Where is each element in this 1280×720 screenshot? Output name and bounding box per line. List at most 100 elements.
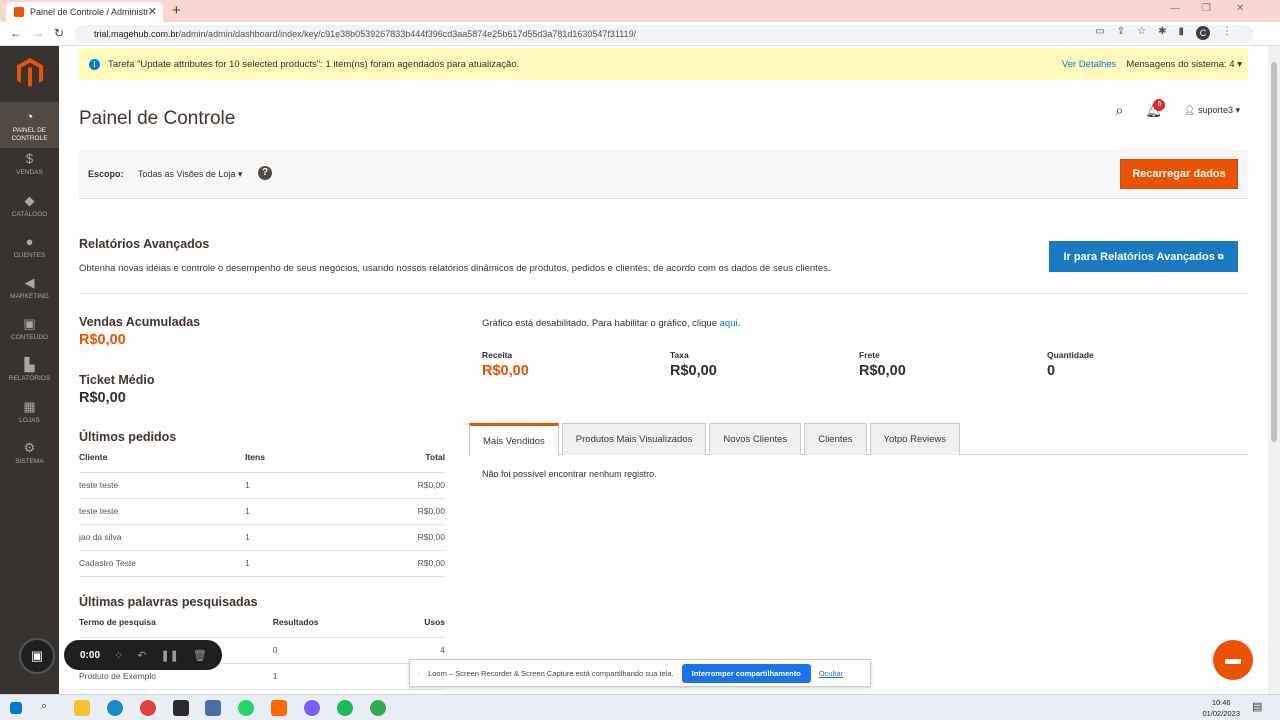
camera-icon: ▣: [30, 648, 44, 663]
cell-total: R$0,00: [365, 498, 445, 525]
app-icon[interactable]: [173, 700, 189, 716]
chat-bubble-icon[interactable]: ▬: [1213, 640, 1253, 680]
scope-dropdown[interactable]: Todas as Visões de Loja ▾: [138, 169, 242, 180]
advanced-reports-description: Obtenha novas idéias e controle o desemp…: [79, 263, 831, 274]
tab-customers[interactable]: Clientes: [804, 423, 867, 455]
sidebar-item-label: VENDAS: [16, 169, 43, 176]
dollar-icon: $: [25, 151, 34, 166]
reload-data-button[interactable]: Recarregar dados: [1120, 159, 1238, 189]
search-taskbar-icon[interactable]: ⌕: [41, 700, 57, 716]
drag-handle-icon[interactable]: ⁞: [418, 669, 420, 678]
cell-customer: teste teste: [79, 472, 246, 499]
admin-sidebar: ◔ PAINEL DE CONTROLE $ VENDAS ◆ CATÁLOGO…: [0, 46, 59, 694]
app-icon[interactable]: [304, 700, 320, 716]
close-tab-icon[interactable]: ✕: [148, 5, 157, 18]
whatsapp-icon[interactable]: [238, 700, 254, 716]
gear-icon: ⚙: [23, 440, 36, 455]
drawing-grid-icon[interactable]: ⁘: [114, 649, 123, 662]
undo-icon[interactable]: ↶: [137, 649, 146, 662]
windows-start-icon[interactable]: [10, 702, 22, 714]
minimize-icon[interactable]: —: [1170, 3, 1180, 14]
profile-avatar[interactable]: C: [1196, 26, 1210, 40]
tab-most-viewed[interactable]: Produtos Mais Visualizados: [561, 423, 707, 455]
table-row[interactable]: teste teste 1 R$0,00: [79, 498, 445, 525]
spotify-icon[interactable]: [337, 700, 353, 716]
column-header: Termo de pesquisa: [79, 611, 273, 638]
tab-yotpo-reviews[interactable]: Yotpo Reviews: [869, 423, 961, 455]
reload-icon[interactable]: ↻: [54, 26, 64, 40]
column-header: Total: [365, 446, 445, 473]
sidebar-item-sales[interactable]: $ VENDAS: [0, 152, 59, 177]
tab-new-customers[interactable]: Novos Clientes: [709, 423, 802, 455]
sidebar-item-marketing[interactable]: ◀ MARKETING: [0, 276, 59, 301]
lifetime-sales-label: Vendas Acumuladas: [79, 315, 201, 329]
stop-sharing-button[interactable]: Interromper compartilhamento: [681, 663, 811, 683]
page-scrollbar[interactable]: [1268, 46, 1280, 694]
chrome-icon[interactable]: [140, 700, 156, 716]
system-notice: i Tarefa "Update attributes for 10 selec…: [79, 48, 1248, 80]
enable-chart-link[interactable]: aqui: [720, 318, 738, 329]
sidepanel-icon[interactable]: ▮: [1178, 26, 1184, 40]
stat-value: 0: [1047, 363, 1056, 379]
page-title: Painel de Controle: [79, 108, 236, 129]
sidebar-item-customers[interactable]: ● CLIENTES: [0, 235, 59, 260]
notifications-bell-icon[interactable]: 🔔︎ 6: [1145, 98, 1166, 119]
file-explorer-icon[interactable]: [74, 700, 90, 716]
sidebar-item-dashboard[interactable]: ◔ PAINEL DE CONTROLE: [0, 102, 59, 148]
extensions-icon[interactable]: ✱: [1158, 26, 1166, 40]
sidebar-item-label: SISTEMA: [15, 458, 44, 465]
cast-icon[interactable]: ▭: [1095, 26, 1104, 40]
close-window-icon[interactable]: ✕: [1236, 3, 1244, 14]
browser-menu-icon[interactable]: ⋮: [1222, 26, 1232, 40]
sidebar-item-stores[interactable]: ▦ LOJAS: [0, 400, 59, 425]
url-path: /admin/admin/dashboard/index/key/c91e38b…: [178, 29, 637, 39]
taskbar-clock[interactable]: 10:46 01/02/2023: [1202, 697, 1240, 719]
sidebar-item-reports[interactable]: ▙ RELATÓRIOS: [0, 358, 59, 383]
sidebar-item-system[interactable]: ⚙ SISTEMA: [0, 441, 59, 466]
edge-icon[interactable]: [107, 700, 123, 716]
advanced-reports-button[interactable]: Ir para Relatórios Avançados ⧉: [1049, 241, 1238, 272]
hide-banner-link[interactable]: Ocultar: [819, 669, 843, 678]
bookmark-star-icon[interactable]: ☆: [1137, 26, 1146, 40]
average-order-value: R$0,00: [79, 390, 126, 406]
url-field[interactable]: trial.magehub.com.br/admin/admin/dashboa…: [74, 25, 1254, 43]
app-icon[interactable]: [205, 700, 221, 716]
browser-tab[interactable]: Painel de Controle / Administraç ✕: [6, 2, 163, 22]
cell-customer: teste teste: [79, 498, 246, 525]
table-row[interactable]: Cadastro Teste 1 R$0,00: [79, 550, 445, 577]
notifications-badge: 6: [1153, 98, 1166, 111]
url-host: trial.magehub.com.br: [94, 29, 179, 39]
cell-total: R$0,00: [365, 524, 445, 551]
forward-icon[interactable]: →: [32, 26, 44, 40]
table-row[interactable]: teste teste 1 R$0,00: [79, 472, 445, 499]
sidebar-item-catalog[interactable]: ◆ CATÁLOGO: [0, 194, 59, 219]
browser-tab-bar: Painel de Controle / Administraç ✕ + — ❐…: [0, 0, 1280, 22]
user-menu[interactable]: 👤︎ suporte3 ▾: [1184, 105, 1240, 116]
store-icon: ▦: [23, 399, 36, 414]
pause-icon[interactable]: ❚❚: [160, 649, 178, 662]
trash-icon[interactable]: 🗑︎: [193, 649, 207, 662]
chrome-icon[interactable]: [370, 700, 386, 716]
scrollbar-thumb[interactable]: [1271, 62, 1277, 442]
stat-label: Quantidade: [1047, 350, 1094, 360]
notifications-center-icon[interactable]: ▤: [1252, 700, 1268, 716]
tab-bestsellers[interactable]: Mais Vendidos: [469, 423, 559, 456]
new-tab-button[interactable]: +: [172, 2, 181, 19]
magento-logo-icon[interactable]: [17, 58, 43, 88]
sidebar-item-content[interactable]: ▣ CONTEÚDO: [0, 317, 59, 342]
system-messages-toggle[interactable]: Mensagens do sistema: 4 ▾: [1126, 59, 1242, 70]
table-header-row: Termo de pesquisa Resultados Usos: [79, 611, 445, 638]
stat-revenue: Receita R$0,00: [482, 350, 529, 379]
cube-icon: ◆: [24, 193, 35, 208]
restore-icon[interactable]: ❐: [1202, 3, 1211, 14]
info-icon: i: [89, 58, 100, 70]
view-details-link[interactable]: Ver Detalhes: [1062, 59, 1116, 70]
search-icon[interactable]: ⌕: [1116, 102, 1124, 119]
table-row[interactable]: jao da silva 1 R$0,00: [79, 524, 445, 551]
help-icon[interactable]: ?: [258, 166, 272, 180]
share-icon[interactable]: ⇪: [1117, 26, 1125, 40]
loom-camera-button[interactable]: ▣: [19, 638, 55, 674]
column-header: Itens: [245, 446, 366, 473]
app-icon[interactable]: [271, 700, 287, 716]
back-icon[interactable]: ←: [10, 26, 22, 40]
